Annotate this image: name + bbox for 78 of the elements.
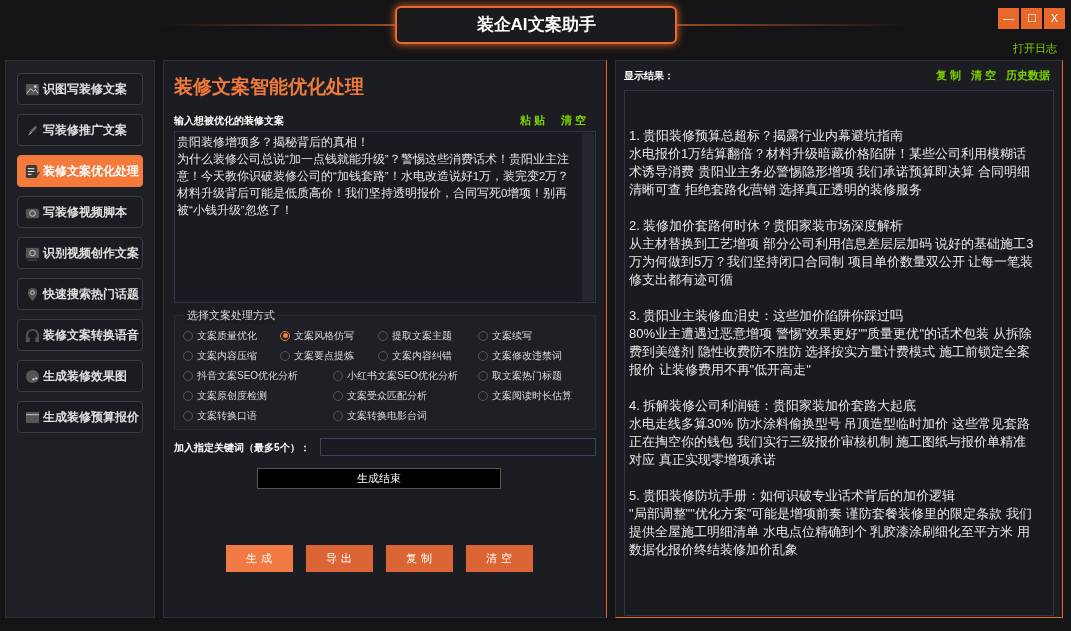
export-button[interactable]: 导 出 — [305, 545, 373, 572]
radio-option[interactable]: 文案风格仿写 — [280, 326, 378, 345]
sidebar-item[interactable]: 识图写装修文案 — [17, 73, 143, 105]
radio-option[interactable]: 文案内容压缩 — [183, 346, 280, 365]
keyword-label: 加入指定关键词（最多5个）： — [174, 440, 311, 455]
radio-label: 文案转换电影台词 — [347, 409, 427, 423]
result-paragraph: 水电走线多算30% 防水涂料偷换型号 吊顶造型临时加价 这些常见套路正在掏空你的钱包 我们实行三级报价审核机制 施工图纸与报价单精准对应 真正实现零增项承诺 — [629, 414, 1031, 469]
radio-option[interactable]: 小红书文案SEO优化分析 — [333, 366, 478, 385]
radio-label: 文案转换口语 — [197, 409, 257, 423]
sidebar-item[interactable]: 写装修推广文案 — [17, 114, 143, 146]
radio-label: 取文案热门标题 — [492, 369, 562, 383]
palette-icon — [25, 368, 40, 384]
sidebar-item[interactable]: 生成装修预算报价 — [17, 401, 143, 433]
result-paragraph: 从主材替换到工艺增项 部分公司利用信息差层层加码 说好的基础施工3万为何做到5万？我们坚持闭口合同制 项目单价数量双公开 让每一笔装修支出都有迹可循 — [629, 234, 1035, 289]
text-input-area[interactable]: 贵阳装修增项多？揭秘背后的真相！ 为什么装修公司总说“加一点钱就能升级”？警惕这些消费话术！贵阳业主注意！今天教你识破装修公司的“加钱套路”！水电改造说好1万，装完变2万？材料升级背后可能是低质高价！我们坚持透明报价，合同写死0增项！别再被“小钱升级”忽悠了！ — [174, 131, 596, 303]
sidebar-item[interactable]: 装修文案转换语音 — [17, 319, 143, 351]
radio-option[interactable]: 文案要点提炼 — [280, 346, 378, 365]
radio-label: 抖音文案SEO优化分析 — [197, 369, 299, 383]
gear-icon — [25, 245, 40, 261]
radio-option[interactable]: 文案转换口语 — [183, 406, 333, 425]
text-action-link[interactable]: 复 制 — [935, 67, 961, 84]
panel-heading: 装修文案智能优化处理 — [174, 75, 365, 99]
headphones-icon — [25, 327, 40, 343]
sidebar-item[interactable]: 识别视频创作文案 — [17, 237, 143, 269]
window-title: 装企AI文案助手 — [395, 6, 677, 44]
text-action-link[interactable]: 粘 贴 — [519, 111, 545, 128]
radio-label: 文案续写 — [492, 329, 532, 343]
radio-label: 文案原创度检测 — [197, 389, 267, 403]
radio-option[interactable]: 文案受众匹配分析 — [333, 386, 478, 405]
radio-option[interactable]: 文案内容纠错 — [378, 346, 478, 365]
open-log-link[interactable]: 打开日志 — [1013, 40, 1057, 57]
radio-option[interactable]: 抖音文案SEO优化分析 — [183, 366, 333, 385]
text-action-link[interactable]: 清 空 — [970, 67, 996, 84]
document-icon — [25, 163, 40, 179]
result-title: 5. 贵阳装修防坑手册：如何识破专业话术背后的加价逻辑 — [629, 486, 957, 505]
radio-label: 文案受众匹配分析 — [347, 389, 427, 403]
radio-option[interactable]: 文案原创度检测 — [183, 386, 333, 405]
sidebar-item[interactable]: 生成装修效果图 — [17, 360, 143, 392]
radio-option[interactable]: 文案修改违禁词 — [478, 346, 587, 365]
clear-button[interactable]: 清 空 — [465, 545, 533, 572]
result-paragraph: 水电报价1万结算翻倍？材料升级暗藏价格陷阱！某些公司利用模糊话术诱导消费 贵阳业主务必警惕隐形增项 我们承诺预算即决算 合同明细清晰可查 拒绝套路化营销 选择真正透明的装修服务 — [629, 144, 1031, 199]
sidebar-item[interactable]: 快速搜索热门话题 — [17, 278, 143, 310]
sidebar-item[interactable]: 写装修视频脚本 — [17, 196, 143, 228]
radio-label: 文案要点提炼 — [294, 349, 354, 363]
scrollbar[interactable] — [582, 133, 594, 301]
radio-label: 文案质量优化 — [197, 329, 257, 343]
result-paragraph: 80%业主遭遇过恶意增项 警惕"效果更好""质量更优"的话术包装 从拆除费到美缝剂 隐性收费防不胜防 选择按实方量计费模式 施工前锁定全案报价 让装修费用不再"低开高走" — [629, 324, 1033, 379]
table-icon — [25, 409, 40, 425]
radio-option[interactable]: 取文案热门标题 — [478, 366, 587, 385]
radio-label: 文案风格仿写 — [294, 329, 354, 343]
keyword-input[interactable] — [320, 438, 596, 456]
radio-option[interactable]: 提取文案主题 — [378, 326, 478, 345]
status-bar: 生成结束 — [257, 468, 501, 489]
radio-label: 文案阅读时长估算 — [492, 389, 572, 403]
input-paragraph: 为什么装修公司总说“加一点钱就能升级”？警惕这些消费话术！贵阳业主注意！今天教你识破装修公司的“加钱套路”！水电改造说好1万，装完变2万？材料升级背后可能是低质高价！我们坚持透明报价，合同写死0增项！别再被“小钱升级”忽悠了！ — [177, 152, 571, 218]
copy-button[interactable]: 复 制 — [385, 545, 453, 572]
radio-label: 文案修改违禁词 — [492, 349, 562, 363]
result-title: 4. 拆解装修公司利润链：贵阳家装加价套路大起底 — [629, 396, 918, 415]
radio-option[interactable]: 文案转换电影台词 — [333, 406, 478, 425]
result-title: 2. 装修加价套路何时休？贵阳家装市场深度解析 — [629, 216, 905, 235]
result-title: 1. 贵阳装修预算总超标？揭露行业内幕避坑指南 — [629, 126, 905, 145]
text-action-link[interactable]: 清 空 — [560, 111, 586, 128]
result-paragraph: "局部调整""优化方案"可能是增项前奏 谨防套餐装修里的限定条款 我们提供全屋施工明细清单 水电点位精确到个 乳胶漆涂刷细化至平方米 用数据化报价终结装修加价乱象 — [629, 504, 1033, 559]
radio-label: 小红书文案SEO优化分析 — [347, 369, 459, 383]
result-label: 显示结果： — [624, 68, 674, 83]
result-title: 3. 贵阳业主装修血泪史：这些加价陷阱你踩过吗 — [629, 306, 905, 325]
radio-option[interactable]: 文案阅读时长估算 — [478, 386, 587, 405]
text-action-link[interactable]: 历史数据 — [1006, 67, 1050, 84]
radio-option[interactable]: 文案续写 — [478, 326, 587, 345]
group-label: 选择文案处理方式 — [185, 308, 277, 324]
input-paragraph: 贵阳装修增项多？揭秘背后的真相！ — [177, 135, 370, 150]
radio-label: 提取文案主题 — [392, 329, 452, 343]
picture-icon — [25, 81, 40, 97]
input-label: 输入想被优化的装修文案 — [174, 114, 284, 128]
location-pin-icon — [25, 286, 40, 302]
radio-label: 文案内容压缩 — [197, 349, 257, 363]
radio-option[interactable]: 文案质量优化 — [183, 326, 280, 345]
radio-label: 文案内容纠错 — [392, 349, 452, 363]
